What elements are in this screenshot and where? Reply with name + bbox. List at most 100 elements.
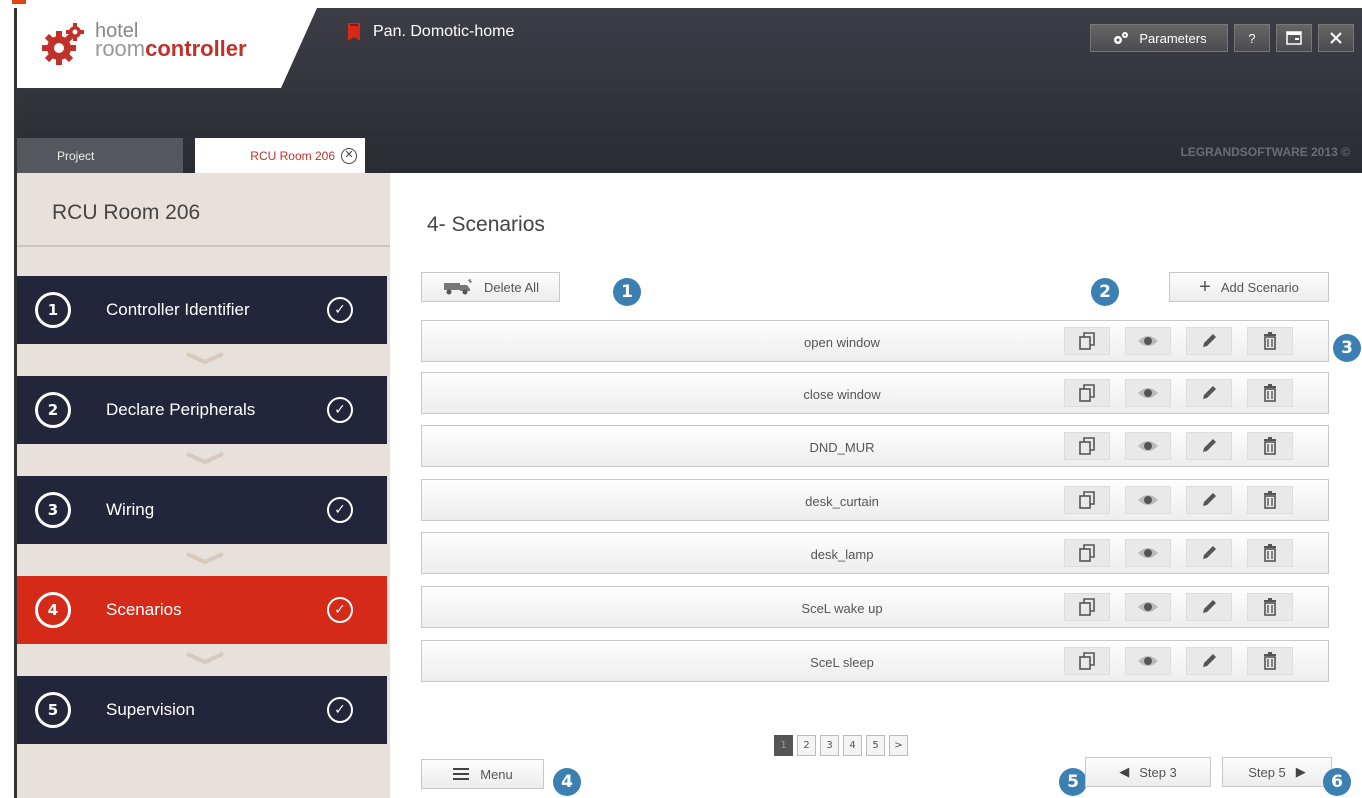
tab-close-icon[interactable]: ✕ [341, 147, 357, 164]
view-button[interactable] [1125, 539, 1171, 567]
edit-button[interactable] [1186, 647, 1232, 675]
eye-icon [1138, 388, 1158, 398]
edit-button[interactable] [1186, 539, 1232, 567]
step-scenarios[interactable]: 4 Scenarios ✓ [17, 576, 387, 644]
previous-step-label: Step 3 [1139, 764, 1177, 780]
close-window-button[interactable] [1318, 24, 1354, 52]
step-number: 4 [35, 592, 71, 628]
pencil-icon [1203, 493, 1216, 506]
triangle-left-icon: ◀ [1119, 764, 1130, 779]
step-wiring[interactable]: 3 Wiring ✓ [17, 476, 387, 544]
page-title: 4- Scenarios [427, 213, 545, 236]
view-button[interactable] [1125, 486, 1171, 514]
page-3-button[interactable]: 3 [820, 735, 839, 756]
edit-button[interactable] [1186, 593, 1232, 621]
pencil-icon [1203, 600, 1216, 613]
page-2-button[interactable]: 2 [797, 735, 816, 756]
delete-all-button[interactable]: Delete All [421, 272, 560, 302]
delete-button[interactable] [1247, 486, 1293, 514]
previous-step-button[interactable]: ◀ Step 3 [1085, 757, 1211, 787]
step-label: Scenarios [106, 600, 182, 619]
steps-sidebar: RCU Room 206 1 Controller Identifier ✓ 2… [17, 173, 390, 798]
parameters-button[interactable]: Parameters [1090, 24, 1228, 52]
scenario-row: SceL wake up [421, 586, 1329, 628]
add-scenario-button[interactable]: + Add Scenario [1169, 272, 1329, 302]
step-supervision[interactable]: 5 Supervision ✓ [17, 676, 387, 744]
view-button[interactable] [1125, 327, 1171, 355]
copy-icon [1079, 598, 1095, 616]
next-step-button[interactable]: Step 5 ▶ [1222, 757, 1332, 787]
next-page-button[interactable]: > [889, 735, 908, 756]
check-circle-icon: ✓ [327, 297, 353, 323]
duplicate-button[interactable] [1064, 379, 1110, 407]
duplicate-button[interactable] [1064, 539, 1110, 567]
trash-icon [1264, 437, 1276, 455]
view-button[interactable] [1125, 593, 1171, 621]
help-button[interactable]: ? [1234, 24, 1270, 52]
tab-bar: Project RCU Room 206 ✕ [17, 138, 365, 173]
delete-button[interactable] [1247, 432, 1293, 460]
logo-room-text: room [95, 36, 146, 61]
window-top-strip [0, 0, 1362, 8]
callout-badge: 4 [553, 768, 581, 796]
step-controller-identifier[interactable]: 1 Controller Identifier ✓ [17, 276, 387, 344]
edit-button[interactable] [1186, 327, 1232, 355]
menu-label: Menu [480, 766, 513, 782]
scenario-row: open window [421, 320, 1329, 362]
tab-project-label: Project [57, 148, 95, 163]
view-button[interactable] [1125, 379, 1171, 407]
logo-roomcontroller-text: roomcontroller [95, 38, 247, 60]
edit-button[interactable] [1186, 379, 1232, 407]
duplicate-button[interactable] [1064, 432, 1110, 460]
project-file-icon [348, 23, 360, 41]
trash-icon [1264, 544, 1276, 562]
duplicate-button[interactable] [1064, 647, 1110, 675]
pencil-icon [1203, 546, 1216, 559]
step-declare-peripherals[interactable]: 2 Declare Peripherals ✓ [17, 376, 387, 444]
delete-all-label: Delete All [484, 279, 539, 295]
maximize-button[interactable] [1276, 24, 1312, 52]
app-window: hotel roomcontroller Pan. Domotic-home P… [14, 8, 1362, 798]
trash-icon [1264, 652, 1276, 670]
check-circle-icon: ✓ [327, 597, 353, 623]
page-4-button[interactable]: 4 [843, 735, 862, 756]
callout-badge: 5 [1059, 768, 1087, 796]
delete-button[interactable] [1247, 647, 1293, 675]
scenario-row: DND_MUR [421, 425, 1329, 467]
scenario-row: desk_lamp [421, 532, 1329, 574]
tab-project[interactable]: Project [17, 138, 183, 173]
logo-text: hotel roomcontroller [95, 21, 247, 60]
duplicate-button[interactable] [1064, 593, 1110, 621]
delete-button[interactable] [1247, 539, 1293, 567]
view-button[interactable] [1125, 647, 1171, 675]
pencil-icon [1203, 334, 1216, 347]
delete-button[interactable] [1247, 327, 1293, 355]
dump-truck-icon [444, 279, 473, 295]
plus-icon: + [1199, 275, 1211, 298]
step-label: Declare Peripherals [106, 400, 256, 419]
edit-button[interactable] [1186, 486, 1232, 514]
copyright-text: LEGRANDSOFTWARE 2013 © [1180, 145, 1350, 159]
callout-badge: 6 [1323, 768, 1351, 796]
page-1-button[interactable]: 1 [774, 735, 793, 756]
triangle-right-icon: ▶ [1295, 764, 1306, 779]
check-circle-icon: ✓ [327, 397, 353, 423]
gears-icon [1114, 32, 1129, 44]
copy-icon [1079, 332, 1095, 350]
copy-icon [1079, 384, 1095, 402]
menu-button[interactable]: Menu [421, 759, 544, 789]
callout-badge: 3 [1333, 334, 1361, 362]
delete-button[interactable] [1247, 379, 1293, 407]
row-actions [1064, 432, 1293, 460]
window-icon [1286, 31, 1302, 45]
step-label: Wiring [106, 500, 155, 519]
view-button[interactable] [1125, 432, 1171, 460]
chevron-down-icon [186, 352, 224, 365]
duplicate-button[interactable] [1064, 327, 1110, 355]
page-5-button[interactable]: 5 [866, 735, 885, 756]
project-title: Pan. Domotic-home [347, 22, 514, 42]
duplicate-button[interactable] [1064, 486, 1110, 514]
edit-button[interactable] [1186, 432, 1232, 460]
tab-rcu-room-206[interactable]: RCU Room 206 ✕ [195, 138, 365, 173]
delete-button[interactable] [1247, 593, 1293, 621]
